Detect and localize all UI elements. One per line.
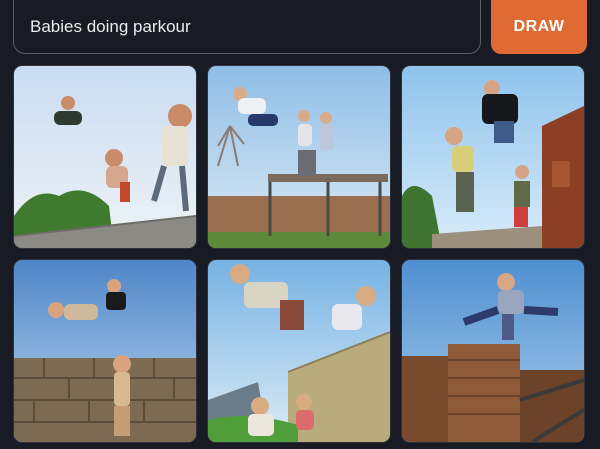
draw-button-label: DRAW — [513, 18, 565, 35]
prompt-text: Babies doing parkour — [30, 16, 191, 36]
generated-image-1[interactable] — [14, 66, 196, 248]
generated-image-4[interactable] — [14, 260, 196, 442]
image-babies-brick-chimney — [402, 260, 584, 442]
image-babies-jumping-wall — [14, 66, 196, 248]
prompt-input[interactable]: Babies doing parkour — [13, 0, 481, 54]
generated-image-2[interactable] — [208, 66, 390, 248]
image-babies-over-playground — [208, 66, 390, 248]
image-babies-brick-tower — [208, 260, 390, 442]
draw-button[interactable]: DRAW — [491, 0, 587, 54]
image-babies-near-house — [402, 66, 584, 248]
generated-image-3[interactable] — [402, 66, 584, 248]
generated-image-5[interactable] — [208, 260, 390, 442]
image-babies-stone-wall — [14, 260, 196, 442]
generated-image-6[interactable] — [402, 260, 584, 442]
